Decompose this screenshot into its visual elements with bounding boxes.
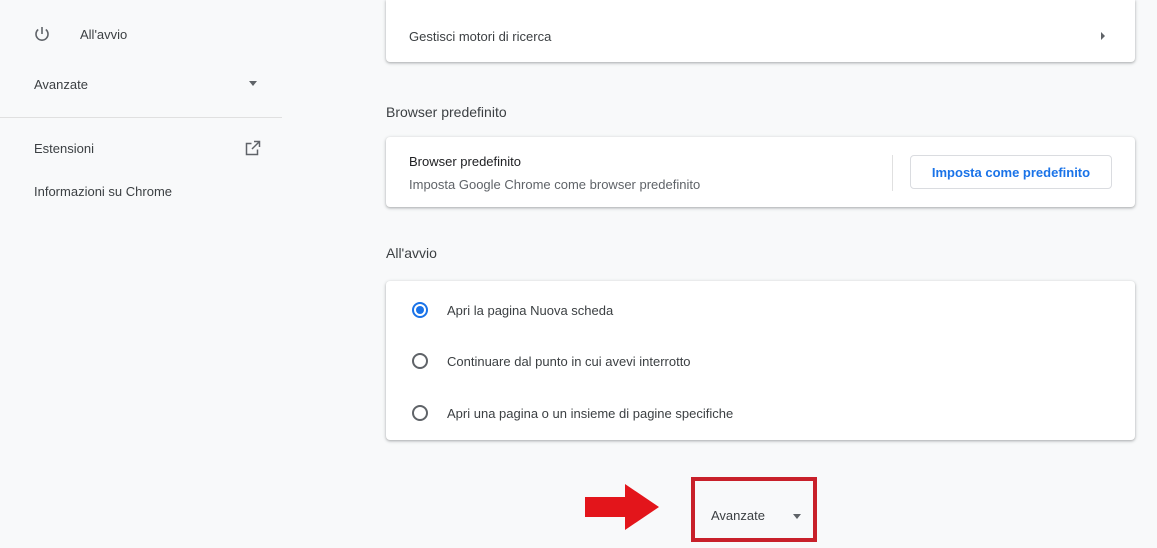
sidebar-item-about[interactable]: Informazioni su Chrome bbox=[0, 171, 282, 211]
sidebar-item-label: Avanzate bbox=[34, 76, 88, 92]
power-icon bbox=[35, 27, 49, 41]
open-in-new-icon bbox=[245, 140, 261, 156]
sidebar-item-label: All'avvio bbox=[80, 26, 128, 42]
startup-option-specific-pages[interactable]: Apri una pagina o un insieme di pagine s… bbox=[386, 393, 1135, 433]
set-default-button[interactable]: Imposta come predefinito bbox=[910, 155, 1112, 189]
radio-button[interactable] bbox=[412, 353, 428, 369]
sidebar-item-startup[interactable]: All'avvio bbox=[0, 14, 282, 54]
advanced-toggle-label: Avanzate bbox=[711, 508, 765, 523]
advanced-toggle-button[interactable]: Avanzate bbox=[695, 481, 813, 538]
manage-search-engines-row[interactable]: Gestisci motori di ricerca bbox=[386, 0, 1135, 62]
default-browser-secondary: Imposta Google Chrome come browser prede… bbox=[409, 177, 701, 192]
sidebar: All'avvio Avanzate Estensioni Informazio… bbox=[0, 0, 282, 548]
manage-search-engines-label: Gestisci motori di ricerca bbox=[409, 29, 552, 44]
sidebar-item-label: Estensioni bbox=[34, 140, 94, 156]
arrow-right-icon bbox=[1101, 32, 1105, 40]
radio-label: Continuare dal punto in cui avevi interr… bbox=[447, 353, 691, 369]
startup-options-card: Apri la pagina Nuova scheda Continuare d… bbox=[386, 281, 1135, 440]
highlight-box: Avanzate bbox=[691, 477, 817, 542]
default-browser-primary: Browser predefinito bbox=[409, 154, 521, 169]
separator bbox=[892, 155, 893, 191]
red-arrow-annotation-icon bbox=[585, 484, 659, 530]
settings-page: All'avvio Avanzate Estensioni Informazio… bbox=[0, 0, 1157, 548]
default-browser-card: Browser predefinito Imposta Google Chrom… bbox=[386, 137, 1135, 207]
radio-button[interactable] bbox=[412, 405, 428, 421]
radio-label: Apri una pagina o un insieme di pagine s… bbox=[447, 405, 734, 421]
startup-section-title: All'avvio bbox=[386, 245, 437, 261]
default-browser-section-title: Browser predefinito bbox=[386, 104, 507, 120]
sidebar-item-extensions[interactable]: Estensioni bbox=[0, 128, 282, 168]
chevron-down-icon bbox=[249, 81, 257, 86]
chevron-down-icon bbox=[793, 514, 801, 519]
radio-label: Apri la pagina Nuova scheda bbox=[447, 302, 614, 318]
radio-button-checked[interactable] bbox=[412, 302, 428, 318]
sidebar-item-label: Informazioni su Chrome bbox=[34, 183, 172, 199]
startup-option-new-tab[interactable]: Apri la pagina Nuova scheda bbox=[386, 290, 1135, 330]
startup-option-continue[interactable]: Continuare dal punto in cui avevi interr… bbox=[386, 341, 1135, 381]
sidebar-divider bbox=[0, 117, 282, 118]
sidebar-item-advanced[interactable]: Avanzate bbox=[0, 64, 282, 104]
